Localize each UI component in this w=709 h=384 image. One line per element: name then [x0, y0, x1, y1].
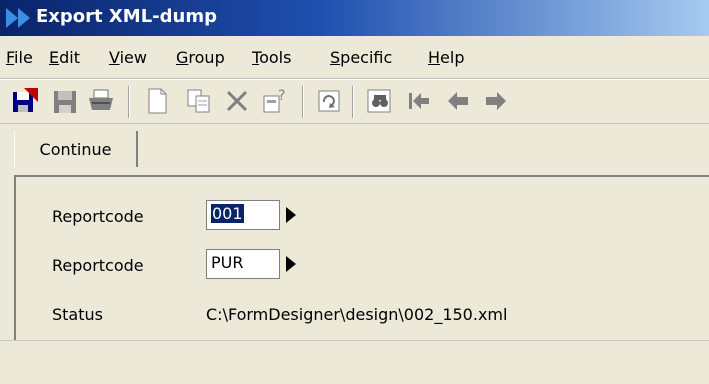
continue-button[interactable]: Continue: [14, 131, 138, 167]
export-form: Reportcode 001 Reportcode PUR Status C:\…: [14, 175, 709, 340]
new-icon[interactable]: [142, 86, 172, 116]
status-bar: [0, 340, 709, 384]
toolbar: ?: [0, 79, 709, 124]
toolbar-separator: [302, 86, 304, 118]
menu-edit[interactable]: Edit: [49, 48, 80, 67]
print-icon[interactable]: [86, 86, 116, 116]
menu-view[interactable]: View: [109, 48, 147, 67]
first-record-icon[interactable]: [404, 86, 434, 116]
menu-group[interactable]: Group: [176, 48, 225, 67]
app-icon: [6, 8, 30, 28]
arrow-right-icon[interactable]: [286, 256, 296, 272]
status-value: C:\FormDesigner\design\002_150.xml: [206, 305, 508, 324]
properties-icon[interactable]: ?: [260, 86, 290, 116]
reportcode-input[interactable]: PUR: [206, 249, 280, 279]
previous-record-icon[interactable]: [444, 86, 474, 116]
menu-file[interactable]: File: [6, 48, 33, 67]
menu-specific[interactable]: Specific: [330, 48, 392, 67]
reportcode-input[interactable]: 001: [206, 200, 280, 230]
menu-bar: File Edit View Group Tools Specific Help: [0, 36, 709, 79]
reportcode-label: Reportcode: [52, 256, 144, 275]
menu-tools[interactable]: Tools: [252, 48, 291, 67]
status-label: Status: [52, 305, 103, 324]
toolbar-separator: [128, 86, 130, 118]
find-icon[interactable]: [364, 86, 394, 116]
reportcode-label: Reportcode: [52, 207, 144, 226]
window-title: Export XML-dump: [36, 6, 217, 27]
toolbar-separator: [352, 86, 354, 118]
menu-help[interactable]: Help: [428, 48, 464, 67]
button-bar: Continue: [0, 123, 709, 174]
svg-text:?: ?: [278, 88, 285, 104]
next-record-icon[interactable]: [480, 86, 510, 116]
arrow-right-icon[interactable]: [286, 207, 296, 223]
title-bar: Export XML-dump: [0, 0, 709, 36]
copy-icon[interactable]: [184, 86, 214, 116]
save-icon[interactable]: [50, 86, 80, 116]
refresh-icon[interactable]: [314, 86, 344, 116]
delete-icon[interactable]: [222, 86, 252, 116]
exit-icon[interactable]: [10, 86, 40, 116]
